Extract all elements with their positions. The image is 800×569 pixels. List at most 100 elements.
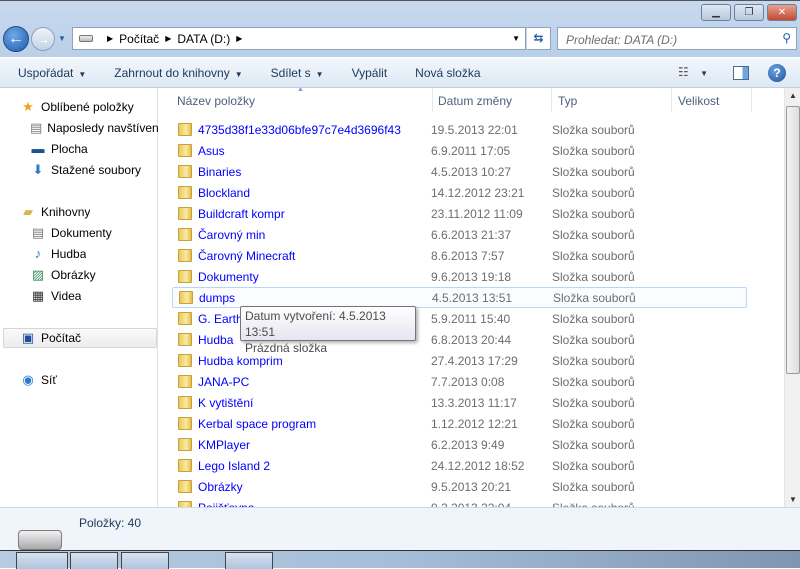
sidebar-favorites[interactable]: ★ Oblíbené položky [20,97,134,117]
restore-button[interactable]: ❐ [734,4,764,21]
file-date: 9.5.2013 20:21 [431,479,512,494]
forward-button[interactable]: → [31,27,55,51]
organize-button[interactable]: Uspořádat ▼ [18,66,86,80]
file-name: Dokumenty [198,269,259,284]
sidebar-item-documents[interactable]: ▤ Dokumenty [30,223,112,243]
breadcrumb-drive[interactable]: DATA (D:) [177,32,230,46]
sidebar-libraries[interactable]: ▰ Knihovny [20,202,90,222]
new-folder-button[interactable]: Nová složka [415,66,480,80]
file-date: 9.6.2013 19:18 [431,269,512,284]
file-date: 6.8.2013 20:44 [431,332,512,347]
file-type: Složka souborů [552,248,635,263]
chevron-right-icon[interactable]: ▶ [236,34,242,43]
taskbar-button[interactable] [121,552,169,569]
taskbar-button[interactable] [225,552,273,569]
file-row[interactable]: Buildcraft kompr 23.11.2012 11:09 Složka s… [172,203,747,224]
column-date[interactable]: Datum změny [432,88,552,112]
sidebar-item-downloads[interactable]: ⬇ Stažené soubory [30,160,142,180]
view-options-icon[interactable]: ☷ ▼ [678,65,708,79]
chevron-right-icon[interactable]: ▶ [165,34,171,43]
drive-icon [18,530,62,550]
burn-button[interactable]: Vypálit [352,66,388,80]
file-row[interactable]: Čarovný min 6.6.2013 21:37 Složka souborů [172,224,747,245]
file-type: Složka souborů [552,479,635,494]
sidebar-item-desktop[interactable]: ▬ Plocha [30,139,88,159]
file-row[interactable]: Obrázky 9.5.2013 20:21 Složka souborů [172,476,747,497]
search-icon[interactable]: ⚲ [782,31,791,45]
file-name: Kerbal space program [198,416,317,431]
file-type: Složka souborů [552,437,635,452]
file-date: 6.2.2013 9:49 [431,437,505,452]
scroll-up-arrow[interactable]: ▲ [785,88,800,104]
scroll-down-arrow[interactable]: ▼ [785,492,800,508]
taskbar-button[interactable] [70,552,118,569]
folder-icon [178,312,192,325]
file-row[interactable]: JANA-PC 7.7.2013 0:08 Složka souborů [172,371,747,392]
file-row[interactable]: K vytištění 13.3.2013 11:17 Složka souborů [172,392,747,413]
sidebar-item-music[interactable]: ♪ Hudba [30,244,87,264]
sidebar-item-pictures[interactable]: ▨ Obrázky [30,265,96,285]
recent-pages-dropdown[interactable]: ▼ [58,34,66,43]
refresh-button[interactable]: ⇆ [526,27,551,50]
folder-icon [178,249,192,262]
file-type: Složka souborů [552,374,635,389]
file-row[interactable]: 4735d38f1e33d06bfe97c7e4d3696f43 19.5.201… [172,119,747,140]
file-date: 1.12.2012 12:21 [431,416,518,431]
folder-icon [178,417,192,430]
file-date: 4.5.2013 13:51 [432,290,513,305]
share-with-button[interactable]: Sdílet s ▼ [271,66,324,80]
item-count: Položky: 40 [79,516,142,530]
help-icon[interactable]: ? [768,64,786,82]
sidebar-computer[interactable]: ▣ Počítač [3,328,157,348]
star-icon: ★ [22,99,34,114]
taskbar-button[interactable] [16,552,68,569]
sidebar-network[interactable]: ◉ Síť [20,370,57,390]
search-input[interactable]: Prohledat: DATA (D:) ⚲ [557,27,797,50]
folder-icon [178,354,192,367]
include-in-library-button[interactable]: Zahrnout do knihovny ▼ [114,66,242,80]
libraries-icon: ▰ [23,204,33,219]
file-type: Složka souborů [552,269,635,284]
videos-icon: ▦ [31,288,45,303]
file-type: Složka souborů [552,458,635,473]
back-button[interactable]: ← [3,26,29,52]
file-row[interactable]: Dokumenty 9.6.2013 19:18 Složka souborů [172,266,747,287]
column-type[interactable]: Typ [552,88,672,112]
scroll-thumb[interactable] [786,106,800,374]
file-name: JANA-PC [198,374,250,389]
file-name: K vytištění [198,395,254,410]
chevron-right-icon[interactable]: ▶ [107,34,113,43]
folder-icon [178,186,192,199]
file-row[interactable]: Kerbal space program 1.12.2012 12:21 Složk… [172,413,747,434]
address-dropdown-icon[interactable]: ▼ [512,34,520,43]
file-row[interactable]: Asus 6.9.2011 17:05 Složka souborů [172,140,747,161]
file-row[interactable]: Lego Island 2 24.12.2012 18:52 Složka soub… [172,455,747,476]
file-row[interactable]: Binaries 4.5.2013 10:27 Složka souborů [172,161,747,182]
search-placeholder: Prohledat: DATA (D:) [566,33,678,47]
file-name: Blockland [198,185,251,200]
vertical-scrollbar[interactable]: ▲ ▼ [784,88,800,508]
close-button[interactable]: ✕ [767,4,797,21]
column-name[interactable]: Název položky [171,88,433,112]
documents-icon: ▤ [31,225,45,240]
column-size[interactable]: Velikost [672,88,752,112]
file-date: 14.12.2012 23:21 [431,185,525,200]
preview-pane-icon[interactable] [733,66,749,80]
file-date: 7.7.2013 0:08 [431,374,505,389]
folder-icon [178,375,192,388]
sidebar-item-videos[interactable]: ▦ Videa [30,286,82,306]
breadcrumb-computer[interactable]: Počítač [119,32,159,46]
folder-icon [178,144,192,157]
file-row[interactable]: dumps 4.5.2013 13:51 Složka souborů [172,287,747,308]
file-row[interactable]: Blockland 14.12.2012 23:21 Složka souborů [172,182,747,203]
minimize-button[interactable]: ▁ [701,4,731,21]
downloads-icon: ⬇ [32,162,44,177]
sidebar-item-recent[interactable]: ▤ Naposledy navštívené [30,118,158,138]
network-icon: ◉ [22,372,34,387]
file-type: Složka souborů [552,122,635,137]
file-row[interactable]: KMPlayer 6.2.2013 9:49 Složka souborů [172,434,747,455]
file-type: Složka souborů [552,206,635,221]
navigation-pane: ★ Oblíbené položky ▤ Naposledy navštívené … [0,88,158,508]
file-row[interactable]: Čarovný Minecraft 8.6.2013 7:57 Složka sou… [172,245,747,266]
address-bar[interactable]: ▶ Počítač ▶ DATA (D:) ▶ ▼ [72,27,526,50]
